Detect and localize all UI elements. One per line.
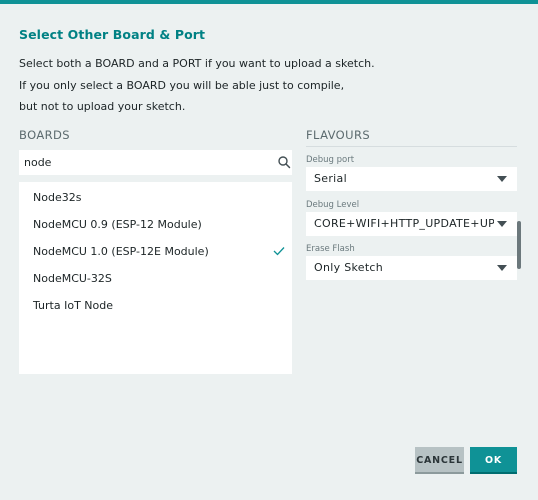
chevron-down-icon [497,176,507,182]
boards-heading: BOARDS [19,128,70,142]
flavours-heading: FLAVOURS [306,128,371,142]
board-item-nodemcu-0-9[interactable]: NodeMCU 0.9 (ESP-12 Module) [19,213,292,237]
board-item-label: NodeMCU-32S [33,272,112,285]
dialog-title: Select Other Board & Port [19,27,206,42]
top-accent-bar [0,0,538,4]
board-item-nodemcu-1-0[interactable]: NodeMCU 1.0 (ESP-12E Module) [19,240,292,264]
board-item-label: Node32s [33,191,82,204]
board-list: Node32s NodeMCU 0.9 (ESP-12 Module) Node… [19,182,292,374]
debug-port-label: Debug port [306,155,355,165]
board-item-nodemcu-32s[interactable]: NodeMCU-32S [19,267,292,291]
ok-button[interactable]: OK [470,447,517,474]
flavours-divider [306,146,517,147]
intro-line-3: but not to upload your sketch. [19,100,186,113]
cancel-button[interactable]: CANCEL [415,447,464,474]
debug-level-label: Debug Level [306,200,360,210]
debug-level-select[interactable]: CORE+WIFI+HTTP_UPDATE+UPDATER [306,212,517,236]
erase-flash-value: Only Sketch [314,261,384,274]
search-icon[interactable] [277,155,291,169]
board-item-label: NodeMCU 0.9 (ESP-12 Module) [33,218,202,231]
intro-line-2: If you only select a BOARD you will be a… [19,79,345,92]
board-search-box[interactable] [19,150,292,175]
erase-flash-select[interactable]: Only Sketch [306,256,517,280]
debug-level-value: CORE+WIFI+HTTP_UPDATE+UPDATER [314,217,494,230]
chevron-down-icon [497,265,507,271]
board-item-label: Turta IoT Node [33,299,113,312]
erase-flash-label: Erase Flash [306,244,355,254]
flavours-scrollbar[interactable] [517,221,521,269]
intro-line-1: Select both a BOARD and a PORT if you wa… [19,57,375,70]
debug-port-select[interactable]: Serial [306,167,517,191]
board-item-node32s[interactable]: Node32s [19,186,292,210]
check-icon [273,247,285,256]
board-item-label: NodeMCU 1.0 (ESP-12E Module) [33,245,209,258]
board-item-turta-iot-node[interactable]: Turta IoT Node [19,294,292,318]
chevron-down-icon [497,221,507,227]
debug-port-value: Serial [314,172,347,185]
board-search-input[interactable] [24,154,264,171]
